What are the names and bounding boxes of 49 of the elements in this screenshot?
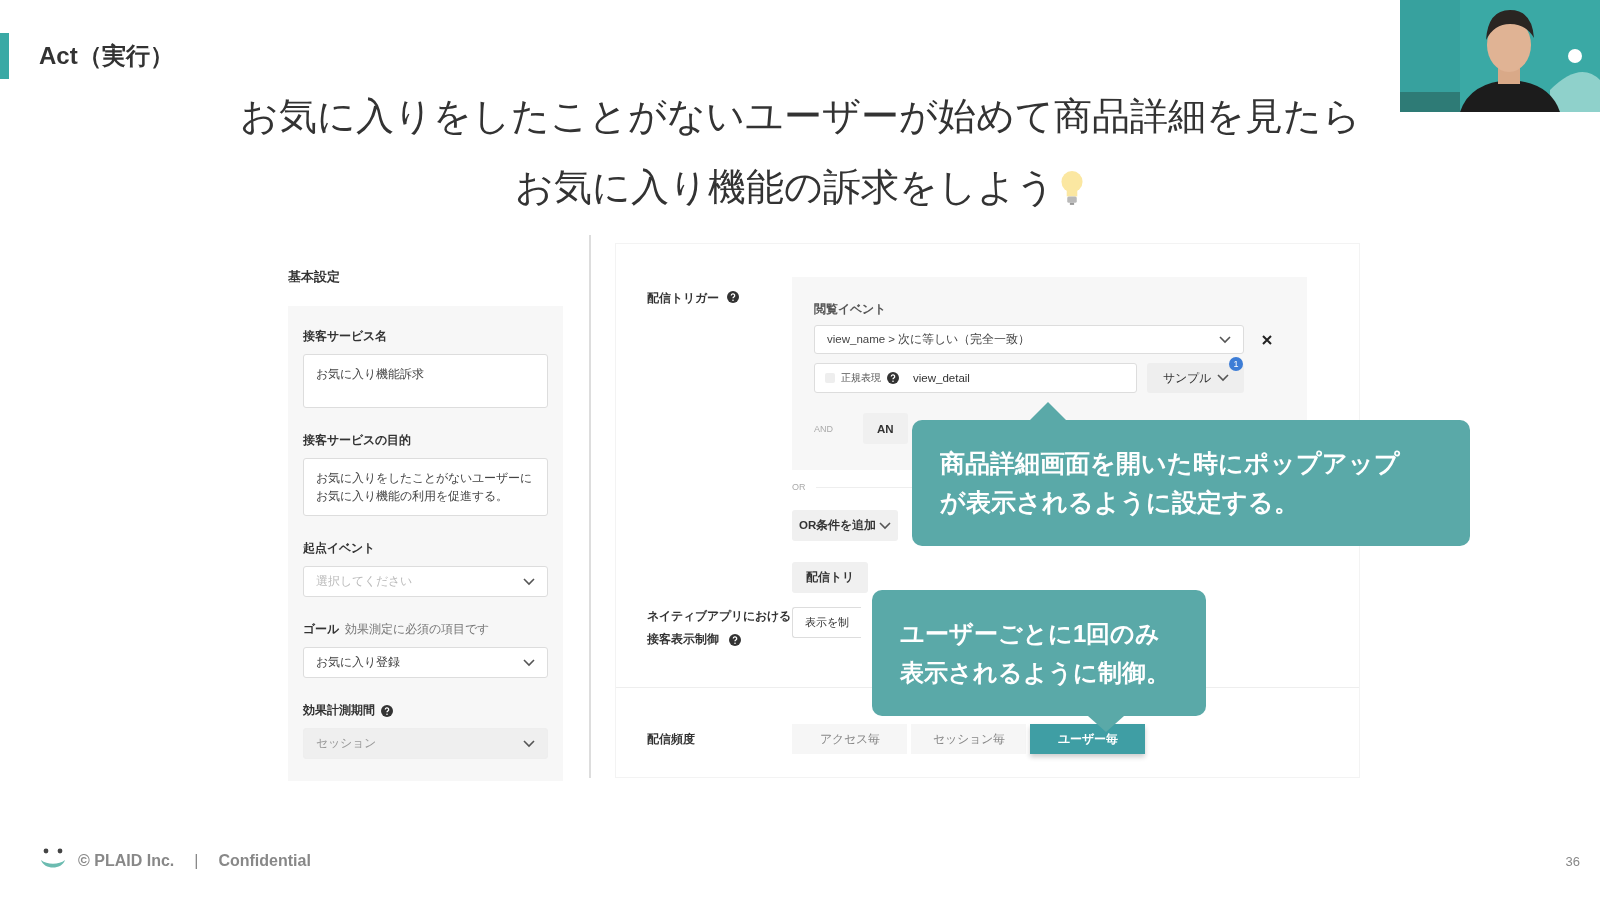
add-or-button[interactable]: OR条件を追加 bbox=[792, 510, 899, 541]
field-label: 起点イベント bbox=[303, 540, 375, 557]
checkbox-label: 正規表現 bbox=[841, 371, 881, 385]
help-icon bbox=[727, 291, 739, 303]
page-number: 36 bbox=[1565, 853, 1580, 869]
callout-pointer bbox=[1088, 716, 1124, 732]
field-label: 閲覧イベント bbox=[814, 301, 887, 318]
section-heading: 基本設定 bbox=[288, 268, 341, 286]
callout: 商品詳細画面を開いた時にポップアップ が表示されるように設定する。 bbox=[912, 420, 1470, 546]
callout: ユーザーごとに1回のみ 表示されるように制御。 bbox=[872, 590, 1206, 716]
text-area[interactable]: お気に入りをしたことがないユーザーに お気に入り機能の利用を促進する。 bbox=[303, 458, 548, 516]
callout-pointer bbox=[1030, 402, 1066, 420]
help-icon bbox=[887, 372, 899, 384]
headline: お気に入りをしたことがないユーザーが始めて商品詳細を見たら bbox=[239, 94, 1361, 139]
field-label: 効果計測期間 bbox=[303, 702, 375, 719]
field-label: 接客サービス名 bbox=[303, 328, 387, 345]
field-note: 効果測定に必須の項目です bbox=[345, 621, 489, 638]
select-field[interactable]: お気に入り登録 bbox=[303, 647, 548, 678]
help-icon bbox=[729, 633, 741, 646]
accent-bar bbox=[0, 33, 9, 79]
field-label: 接客サービスの目的 bbox=[303, 432, 411, 449]
close-icon[interactable] bbox=[1262, 334, 1272, 345]
chevron-down-icon bbox=[879, 521, 892, 530]
add-trigger-button[interactable]: 配信トリ bbox=[792, 562, 868, 593]
chevron-down-icon bbox=[523, 658, 535, 667]
field-label: 接客表示制御 bbox=[647, 632, 719, 647]
select-field[interactable]: 表示を制 bbox=[792, 607, 861, 638]
copyright-text: © PLAID Inc. bbox=[78, 852, 175, 870]
confidential-text: Confidential bbox=[218, 852, 311, 870]
field-label: ゴール bbox=[303, 621, 339, 638]
field-label: 配信トリガー bbox=[647, 291, 719, 306]
field-label: 配信頻度 bbox=[647, 731, 695, 747]
chevron-down-icon bbox=[1216, 374, 1229, 382]
value-field[interactable]: 正規表現 view_detail bbox=[814, 363, 1137, 393]
and-label: AND bbox=[814, 423, 833, 434]
field-label: ネイティブアプリにおける bbox=[647, 609, 791, 624]
lightbulb-icon bbox=[1059, 168, 1085, 207]
and-button[interactable]: AN bbox=[863, 413, 908, 444]
separator-text: | bbox=[194, 852, 199, 870]
condition-select[interactable]: view_name > 次に等しい（完全一致） bbox=[814, 325, 1244, 354]
chevron-down-icon bbox=[1219, 335, 1231, 344]
chevron-down-icon bbox=[523, 577, 535, 586]
or-label: OR bbox=[792, 482, 806, 492]
count-badge: 1 bbox=[1229, 357, 1243, 371]
headline: お気に入り機能の訴求をしよう bbox=[515, 165, 1055, 210]
chevron-down-icon bbox=[523, 739, 535, 748]
section-title: Act（実行） bbox=[39, 41, 174, 71]
text-area[interactable]: お気に入り機能訴求 bbox=[303, 354, 548, 408]
frequency-tab[interactable]: セッション毎 bbox=[911, 724, 1026, 754]
